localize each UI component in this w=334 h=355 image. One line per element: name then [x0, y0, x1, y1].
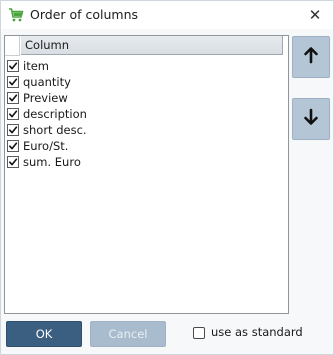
arrow-up-icon [303, 46, 319, 68]
move-up-button[interactable] [292, 36, 330, 78]
item-checkbox[interactable] [7, 92, 19, 104]
list-item[interactable]: Euro/St. [5, 138, 288, 154]
item-label: item [23, 59, 49, 73]
item-checkbox[interactable] [7, 124, 19, 136]
list-rows: item quantity Preview description short desc… [5, 58, 288, 170]
item-label: short desc. [23, 123, 87, 137]
dialog-window: Order of columns ✕ Column item quantity Pr… [0, 0, 334, 355]
use-as-standard-checkbox[interactable] [193, 327, 205, 339]
list-item[interactable]: sum. Euro [5, 154, 288, 170]
item-label: Preview [23, 91, 68, 105]
item-checkbox[interactable] [7, 156, 19, 168]
move-down-button[interactable] [292, 98, 330, 140]
item-checkbox[interactable] [7, 60, 19, 72]
item-checkbox[interactable] [7, 140, 19, 152]
header-checkbox-column [5, 36, 20, 56]
title-bar: Order of columns ✕ [1, 1, 333, 29]
use-as-standard-label: use as standard [211, 325, 303, 339]
arrow-down-icon [303, 108, 319, 130]
item-label: Euro/St. [23, 139, 69, 153]
close-icon: ✕ [308, 6, 322, 24]
item-label: quantity [23, 75, 71, 89]
list-item[interactable]: description [5, 106, 288, 122]
shopping-cart-icon [8, 7, 24, 23]
list-item[interactable]: short desc. [5, 122, 288, 138]
item-label: sum. Euro [23, 155, 81, 169]
item-checkbox[interactable] [7, 76, 19, 88]
close-button[interactable]: ✕ [305, 5, 325, 25]
dialog-title: Order of columns [30, 7, 139, 22]
list-header: Column [5, 36, 288, 56]
ok-button[interactable]: OK [6, 321, 82, 347]
list-item[interactable]: quantity [5, 74, 288, 90]
list-item[interactable]: Preview [5, 90, 288, 106]
cancel-button[interactable]: Cancel [90, 321, 166, 347]
item-label: description [23, 107, 87, 121]
list-item[interactable]: item [5, 58, 288, 74]
item-checkbox[interactable] [7, 108, 19, 120]
header-column[interactable]: Column [21, 36, 283, 55]
column-list[interactable]: Column item quantity Preview description sho… [4, 35, 289, 314]
